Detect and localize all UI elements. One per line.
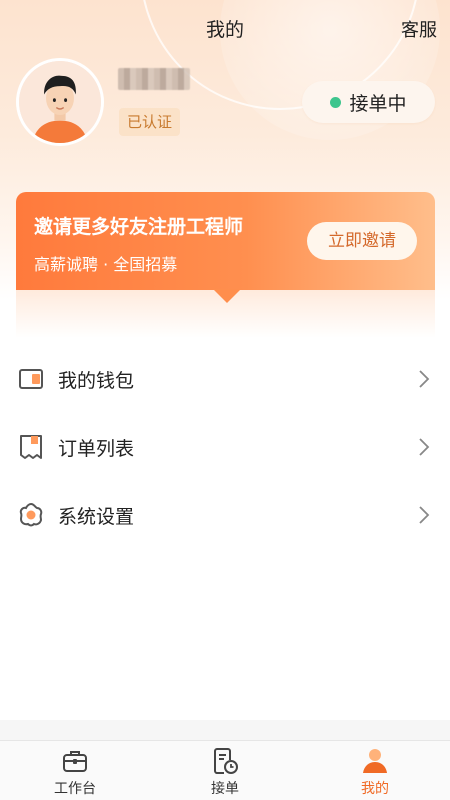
verified-badge: 已认证	[119, 108, 181, 136]
tab-receive-orders[interactable]: 接单	[150, 741, 300, 800]
avatar[interactable]	[16, 58, 104, 146]
tabbar-separator	[0, 720, 450, 740]
status-label: 接单中	[349, 92, 407, 115]
user-name-blurred	[118, 68, 190, 90]
wallet-icon	[19, 369, 43, 389]
tab-label: 工作台	[54, 781, 96, 797]
chevron-right-icon	[419, 370, 430, 388]
menu-item-wallet[interactable]: 我的钱包	[0, 345, 450, 413]
menu-item-label: 订单列表	[58, 437, 135, 460]
settings-icon	[19, 502, 43, 527]
order-status-toggle[interactable]: 接单中	[302, 81, 435, 123]
banner-title: 邀请更多好友注册工程师	[34, 216, 244, 238]
banner-pointer	[213, 289, 241, 303]
customer-service-link[interactable]: 客服	[401, 16, 437, 42]
menu-item-label: 系统设置	[58, 505, 135, 528]
tab-workbench[interactable]: 工作台	[0, 741, 150, 800]
bottom-tab-bar: 工作台 接单 我的	[0, 740, 450, 800]
chevron-right-icon	[419, 506, 430, 524]
chevron-right-icon	[419, 438, 430, 456]
tab-mine[interactable]: 我的	[300, 741, 450, 800]
avatar-person-icon	[19, 61, 101, 143]
menu-list: 我的钱包 订单列表 系统设置	[0, 345, 450, 549]
menu-item-orders[interactable]: 订单列表	[0, 413, 450, 481]
tab-label: 我的	[361, 781, 389, 797]
briefcase-icon	[63, 751, 87, 772]
status-dot-icon	[330, 96, 342, 108]
page-title: 我的	[205, 19, 244, 41]
receive-order-icon	[214, 748, 238, 774]
tab-label: 接单	[211, 781, 239, 797]
profile-icon	[363, 749, 387, 773]
invite-now-button[interactable]: 立即邀请	[307, 222, 417, 260]
menu-item-label: 我的钱包	[58, 369, 135, 392]
banner-subtitle: 高薪诚聘 · 全国招募	[34, 255, 178, 274]
invite-banner[interactable]: 邀请更多好友注册工程师 高薪诚聘 · 全国招募 立即邀请	[16, 192, 435, 290]
menu-item-settings[interactable]: 系统设置	[0, 481, 450, 549]
order-list-icon	[20, 435, 42, 459]
